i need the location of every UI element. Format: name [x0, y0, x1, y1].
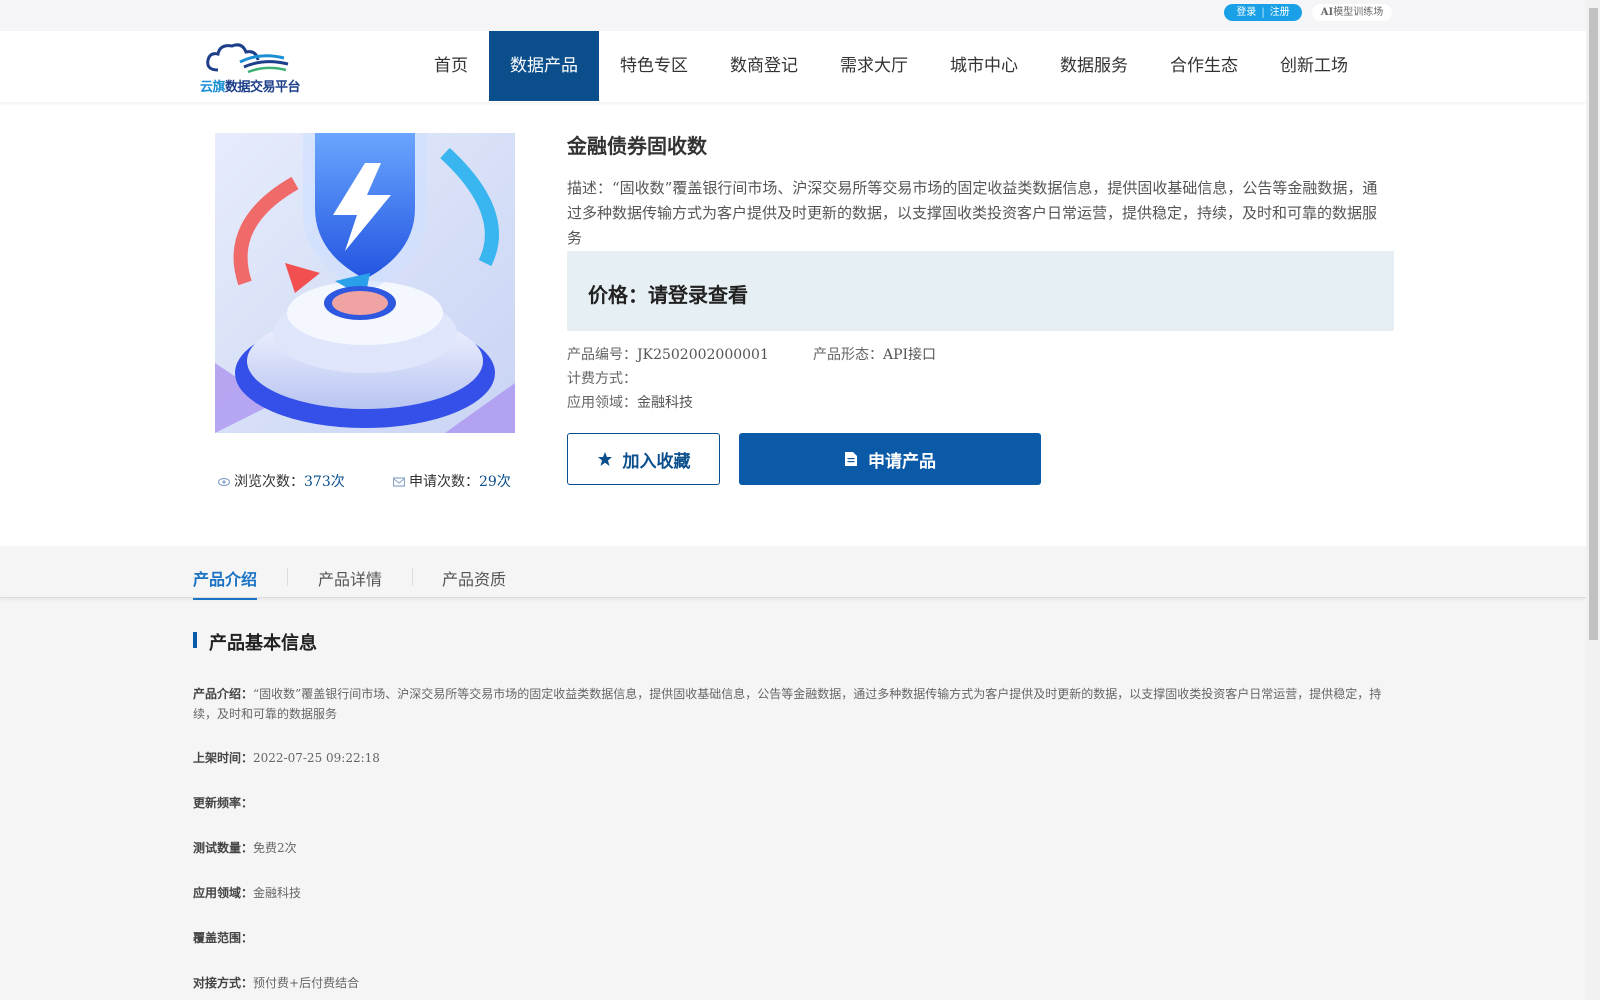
test-quantity-value: 免费2次	[253, 841, 297, 855]
eye-icon	[218, 477, 230, 487]
ai-training-link[interactable]: AI模型训练场	[1312, 4, 1392, 21]
field-value: 金融科技	[253, 886, 302, 900]
listed-time-label: 上架时间：	[193, 751, 254, 765]
test-quantity-label: 测试数量：	[193, 841, 254, 855]
coverage-label: 覆盖范围：	[193, 931, 254, 945]
product-title: 金融债券固收数	[567, 134, 707, 158]
top-utility-bar: 登录 | 注册 AI模型训练场	[0, 0, 1586, 31]
nav-item-merchant-registration[interactable]: 数商登记	[709, 31, 819, 101]
product-description: 描述：“固收数”覆盖银行间市场、沪深交易所等交易市场的固定收益类数据信息，提供固…	[567, 179, 1378, 247]
product-code-label: 产品编号：	[567, 347, 637, 363]
tab-product-qualification[interactable]: 产品资质	[442, 566, 506, 598]
update-frequency-row: 更新频率：	[193, 793, 253, 813]
logo-text-part2: 数据交易平台	[225, 80, 301, 95]
product-tabs-section: 产品介绍 产品详情 产品资质 产品基本信息 产品介绍：“固收数”覆盖银行间市场、…	[0, 546, 1586, 1000]
applications-value: 29次	[479, 474, 511, 490]
register-link[interactable]: 注册	[1270, 4, 1290, 21]
application-field-label: 应用领域：	[567, 395, 637, 411]
logo-text-part1: 云旗	[200, 80, 226, 95]
field-row: 应用领域：金融科技	[193, 883, 301, 903]
intro-value: “固收数”覆盖银行间市场、沪深交易所等交易市场的固定收益类数据信息，提供固收基础…	[193, 687, 1382, 721]
auth-pill: 登录 | 注册	[1224, 4, 1302, 21]
coverage-row: 覆盖范围：	[193, 928, 253, 948]
ai-link-suffix: 模型训练场	[1333, 7, 1384, 18]
auth-separator: |	[1261, 7, 1265, 18]
product-code: 产品编号：JK2502002000001	[567, 344, 769, 364]
tab-product-intro[interactable]: 产品介绍	[193, 566, 258, 600]
nav-item-data-products[interactable]: 数据产品	[489, 31, 599, 101]
nav-item-partners[interactable]: 合作生态	[1149, 31, 1259, 101]
security-shield-illustration-icon	[215, 133, 515, 433]
field-label: 应用领域：	[193, 886, 254, 900]
main-nav: 首页 数据产品 特色专区 数商登记 需求大厅 城市中心 数据服务 合作生态 创新…	[413, 31, 1369, 101]
nav-item-data-services[interactable]: 数据服务	[1039, 31, 1149, 101]
basic-info-title: 产品基本信息	[193, 629, 317, 655]
intro-label: 产品介绍：	[193, 687, 254, 701]
test-quantity-row: 测试数量：免费2次	[193, 838, 297, 858]
listed-time-row: 上架时间：2022-07-25 09:22:18	[193, 748, 380, 768]
tab-divider	[287, 568, 288, 586]
scrollbar-thumb[interactable]	[1589, 8, 1598, 640]
tab-product-details[interactable]: 产品详情	[318, 566, 382, 598]
views-value: 373次	[304, 474, 345, 490]
nav-item-featured[interactable]: 特色专区	[599, 31, 709, 101]
product-image	[215, 133, 515, 433]
application-field-value: 金融科技	[637, 395, 693, 411]
login-link[interactable]: 登录	[1236, 4, 1256, 21]
product-tabs: 产品介绍 产品详情 产品资质	[0, 546, 1586, 600]
listed-time-value: 2022-07-25 09:22:18	[253, 751, 380, 765]
cloud-logo-icon	[206, 43, 289, 74]
mail-icon	[393, 477, 405, 487]
star-icon	[597, 452, 612, 466]
product-form: 产品形态：API接口	[813, 344, 936, 364]
nav-item-home[interactable]: 首页	[413, 31, 489, 101]
price-box: 价格：请登录查看	[567, 251, 1394, 331]
add-favorite-label: 加入收藏	[622, 451, 691, 472]
nav-item-innovation[interactable]: 创新工场	[1259, 31, 1369, 101]
add-favorite-button[interactable]: 加入收藏	[567, 433, 720, 485]
product-form-value: API接口	[883, 347, 937, 363]
product-form-label: 产品形态：	[813, 347, 883, 363]
site-logo[interactable]: 云旗数据交易平台	[200, 40, 301, 96]
tab-divider	[412, 568, 413, 586]
price-text: 价格：请登录查看	[588, 283, 748, 307]
connection-method-row: 对接方式：预付费+后付费结合	[193, 973, 359, 993]
document-icon	[845, 452, 857, 466]
page-scrollbar[interactable]	[1586, 0, 1600, 1000]
connection-method-label: 对接方式：	[193, 976, 254, 990]
update-frequency-label: 更新频率：	[193, 796, 254, 810]
intro-row: 产品介绍：“固收数”覆盖银行间市场、沪深交易所等交易市场的固定收益类数据信息，提…	[193, 684, 1383, 724]
apply-product-button[interactable]: 申请产品	[739, 433, 1041, 485]
applications-label: 申请次数：	[409, 474, 479, 490]
application-field: 应用领域：金融科技	[567, 392, 693, 412]
apply-product-label: 申请产品	[868, 451, 936, 472]
views-stat: 浏览次数：373次	[218, 471, 345, 491]
product-code-value: JK2502002000001	[637, 347, 769, 363]
connection-method-value: 预付费+后付费结合	[253, 976, 360, 990]
ai-link-prefix: AI	[1320, 7, 1334, 18]
nav-item-demand-hall[interactable]: 需求大厅	[819, 31, 929, 101]
applications-stat: 申请次数：29次	[393, 471, 511, 491]
views-label: 浏览次数：	[234, 474, 304, 490]
billing-method-label: 计费方式：	[567, 371, 637, 387]
nav-item-city-center[interactable]: 城市中心	[929, 31, 1039, 101]
logo-text: 云旗数据交易平台	[200, 76, 301, 95]
billing-method: 计费方式：	[567, 368, 637, 388]
